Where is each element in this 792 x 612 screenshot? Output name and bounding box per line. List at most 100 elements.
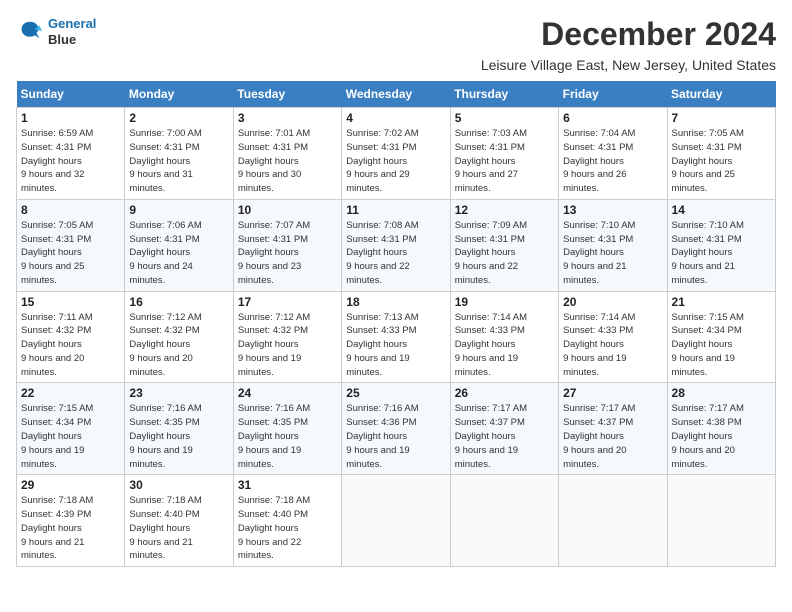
logo-icon: [16, 18, 44, 46]
day-info: Sunrise: 7:13 AMSunset: 4:33 PMDaylight …: [346, 311, 445, 380]
day-header-tuesday: Tuesday: [233, 81, 341, 108]
page-header: General Blue December 2024: [16, 16, 776, 53]
day-info: Sunrise: 7:18 AMSunset: 4:40 PMDaylight …: [238, 494, 337, 563]
month-title: December 2024: [541, 16, 776, 53]
day-info: Sunrise: 7:16 AMSunset: 4:36 PMDaylight …: [346, 402, 445, 471]
calendar-cell: 21 Sunrise: 7:15 AMSunset: 4:34 PMDayligh…: [667, 291, 775, 383]
calendar-cell: 4Sunrise: 7:02 AMSunset: 4:31 PMDaylight…: [342, 108, 450, 200]
calendar-cell: 17 Sunrise: 7:12 AMSunset: 4:32 PMDayligh…: [233, 291, 341, 383]
day-info: Sunrise: 7:11 AMSunset: 4:32 PMDaylight …: [21, 311, 120, 380]
day-number: 29: [21, 478, 120, 492]
day-info: Sunrise: 7:14 AMSunset: 4:33 PMDaylight …: [455, 311, 554, 380]
day-number: 31: [238, 478, 337, 492]
location-subtitle: Leisure Village East, New Jersey, United…: [16, 57, 776, 73]
day-info: Sunrise: 7:09 AMSunset: 4:31 PMDaylight …: [455, 219, 554, 288]
logo-text: General Blue: [48, 16, 96, 47]
calendar-cell: 29Sunrise: 7:18 AMSunset: 4:39 PMDayligh…: [17, 475, 125, 567]
calendar-cell: 12 Sunrise: 7:09 AMSunset: 4:31 PMDayligh…: [450, 199, 558, 291]
day-number: 9: [129, 203, 228, 217]
day-number: 23: [129, 386, 228, 400]
calendar-cell: 26Sunrise: 7:17 AMSunset: 4:37 PMDayligh…: [450, 383, 558, 475]
calendar-week-row: 1 Sunrise: 6:59 AMSunset: 4:31 PMDaylight…: [17, 108, 776, 200]
day-info: Sunrise: 7:14 AMSunset: 4:33 PMDaylight …: [563, 311, 662, 380]
calendar-cell: 10 Sunrise: 7:07 AMSunset: 4:31 PMDayligh…: [233, 199, 341, 291]
day-info: Sunrise: 7:01 AMSunset: 4:31 PMDaylight …: [238, 127, 337, 196]
day-info: Sunrise: 7:03 AMSunset: 4:31 PMDaylight …: [455, 127, 554, 196]
day-info: Sunrise: 7:16 AMSunset: 4:35 PMDaylight …: [129, 402, 228, 471]
day-header-friday: Friday: [559, 81, 667, 108]
calendar-week-row: 8 Sunrise: 7:05 AMSunset: 4:31 PMDaylight…: [17, 199, 776, 291]
day-info: Sunrise: 7:05 AMSunset: 4:31 PMDaylight …: [672, 127, 771, 196]
day-number: 30: [129, 478, 228, 492]
day-header-monday: Monday: [125, 81, 233, 108]
day-info: Sunrise: 7:04 AMSunset: 4:31 PMDaylight …: [563, 127, 662, 196]
day-number: 13: [563, 203, 662, 217]
day-info: Sunrise: 7:12 AMSunset: 4:32 PMDaylight …: [238, 311, 337, 380]
calendar-week-row: 22 Sunrise: 7:15 AMSunset: 4:34 PMDayligh…: [17, 383, 776, 475]
calendar-cell: 31 Sunrise: 7:18 AMSunset: 4:40 PMDayligh…: [233, 475, 341, 567]
day-number: 28: [672, 386, 771, 400]
day-number: 10: [238, 203, 337, 217]
calendar-cell: [342, 475, 450, 567]
day-number: 1: [21, 111, 120, 125]
month-title-block: December 2024: [541, 16, 776, 53]
day-number: 3: [238, 111, 337, 125]
calendar-cell: 11 Sunrise: 7:08 AMSunset: 4:31 PMDayligh…: [342, 199, 450, 291]
calendar-cell: 16 Sunrise: 7:12 AMSunset: 4:32 PMDayligh…: [125, 291, 233, 383]
day-number: 20: [563, 295, 662, 309]
calendar-cell: 13 Sunrise: 7:10 AMSunset: 4:31 PMDayligh…: [559, 199, 667, 291]
calendar-cell: 23 Sunrise: 7:16 AMSunset: 4:35 PMDayligh…: [125, 383, 233, 475]
day-info: Sunrise: 7:17 AMSunset: 4:38 PMDaylight …: [672, 402, 771, 471]
day-header-wednesday: Wednesday: [342, 81, 450, 108]
day-number: 16: [129, 295, 228, 309]
calendar-cell: [450, 475, 558, 567]
day-info: Sunrise: 7:12 AMSunset: 4:32 PMDaylight …: [129, 311, 228, 380]
calendar-cell: [559, 475, 667, 567]
calendar-cell: 25 Sunrise: 7:16 AMSunset: 4:36 PMDayligh…: [342, 383, 450, 475]
calendar-cell: 15Sunrise: 7:11 AMSunset: 4:32 PMDayligh…: [17, 291, 125, 383]
day-number: 17: [238, 295, 337, 309]
calendar-cell: 22 Sunrise: 7:15 AMSunset: 4:34 PMDayligh…: [17, 383, 125, 475]
calendar-cell: 3 Sunrise: 7:01 AMSunset: 4:31 PMDaylight…: [233, 108, 341, 200]
day-info: Sunrise: 7:10 AMSunset: 4:31 PMDaylight …: [672, 219, 771, 288]
calendar-cell: 2 Sunrise: 7:00 AMSunset: 4:31 PMDaylight…: [125, 108, 233, 200]
day-number: 5: [455, 111, 554, 125]
day-info: Sunrise: 7:16 AMSunset: 4:35 PMDaylight …: [238, 402, 337, 471]
calendar-cell: 19 Sunrise: 7:14 AMSunset: 4:33 PMDayligh…: [450, 291, 558, 383]
day-info: Sunrise: 7:18 AMSunset: 4:40 PMDaylight …: [129, 494, 228, 563]
day-info: Sunrise: 7:08 AMSunset: 4:31 PMDaylight …: [346, 219, 445, 288]
day-header-sunday: Sunday: [17, 81, 125, 108]
day-header-saturday: Saturday: [667, 81, 775, 108]
day-number: 19: [455, 295, 554, 309]
calendar-cell: [667, 475, 775, 567]
day-info: Sunrise: 7:15 AMSunset: 4:34 PMDaylight …: [21, 402, 120, 471]
day-info: Sunrise: 6:59 AMSunset: 4:31 PMDaylight …: [21, 127, 120, 196]
calendar-week-row: 15Sunrise: 7:11 AMSunset: 4:32 PMDayligh…: [17, 291, 776, 383]
calendar-table: SundayMondayTuesdayWednesdayThursdayFrid…: [16, 81, 776, 567]
calendar-cell: 9Sunrise: 7:06 AMSunset: 4:31 PMDaylight…: [125, 199, 233, 291]
day-number: 27: [563, 386, 662, 400]
day-info: Sunrise: 7:17 AMSunset: 4:37 PMDaylight …: [563, 402, 662, 471]
day-number: 7: [672, 111, 771, 125]
calendar-cell: 1 Sunrise: 6:59 AMSunset: 4:31 PMDaylight…: [17, 108, 125, 200]
day-info: Sunrise: 7:07 AMSunset: 4:31 PMDaylight …: [238, 219, 337, 288]
day-info: Sunrise: 7:10 AMSunset: 4:31 PMDaylight …: [563, 219, 662, 288]
day-number: 22: [21, 386, 120, 400]
calendar-header-row: SundayMondayTuesdayWednesdayThursdayFrid…: [17, 81, 776, 108]
logo: General Blue: [16, 16, 96, 47]
calendar-cell: 24 Sunrise: 7:16 AMSunset: 4:35 PMDayligh…: [233, 383, 341, 475]
day-number: 14: [672, 203, 771, 217]
day-info: Sunrise: 7:05 AMSunset: 4:31 PMDaylight …: [21, 219, 120, 288]
day-info: Sunrise: 7:15 AMSunset: 4:34 PMDaylight …: [672, 311, 771, 380]
day-header-thursday: Thursday: [450, 81, 558, 108]
day-number: 24: [238, 386, 337, 400]
day-number: 21: [672, 295, 771, 309]
day-number: 11: [346, 203, 445, 217]
day-number: 2: [129, 111, 228, 125]
calendar-cell: 30 Sunrise: 7:18 AMSunset: 4:40 PMDayligh…: [125, 475, 233, 567]
calendar-cell: 18Sunrise: 7:13 AMSunset: 4:33 PMDayligh…: [342, 291, 450, 383]
day-info: Sunrise: 7:00 AMSunset: 4:31 PMDaylight …: [129, 127, 228, 196]
day-number: 25: [346, 386, 445, 400]
day-number: 12: [455, 203, 554, 217]
day-number: 8: [21, 203, 120, 217]
